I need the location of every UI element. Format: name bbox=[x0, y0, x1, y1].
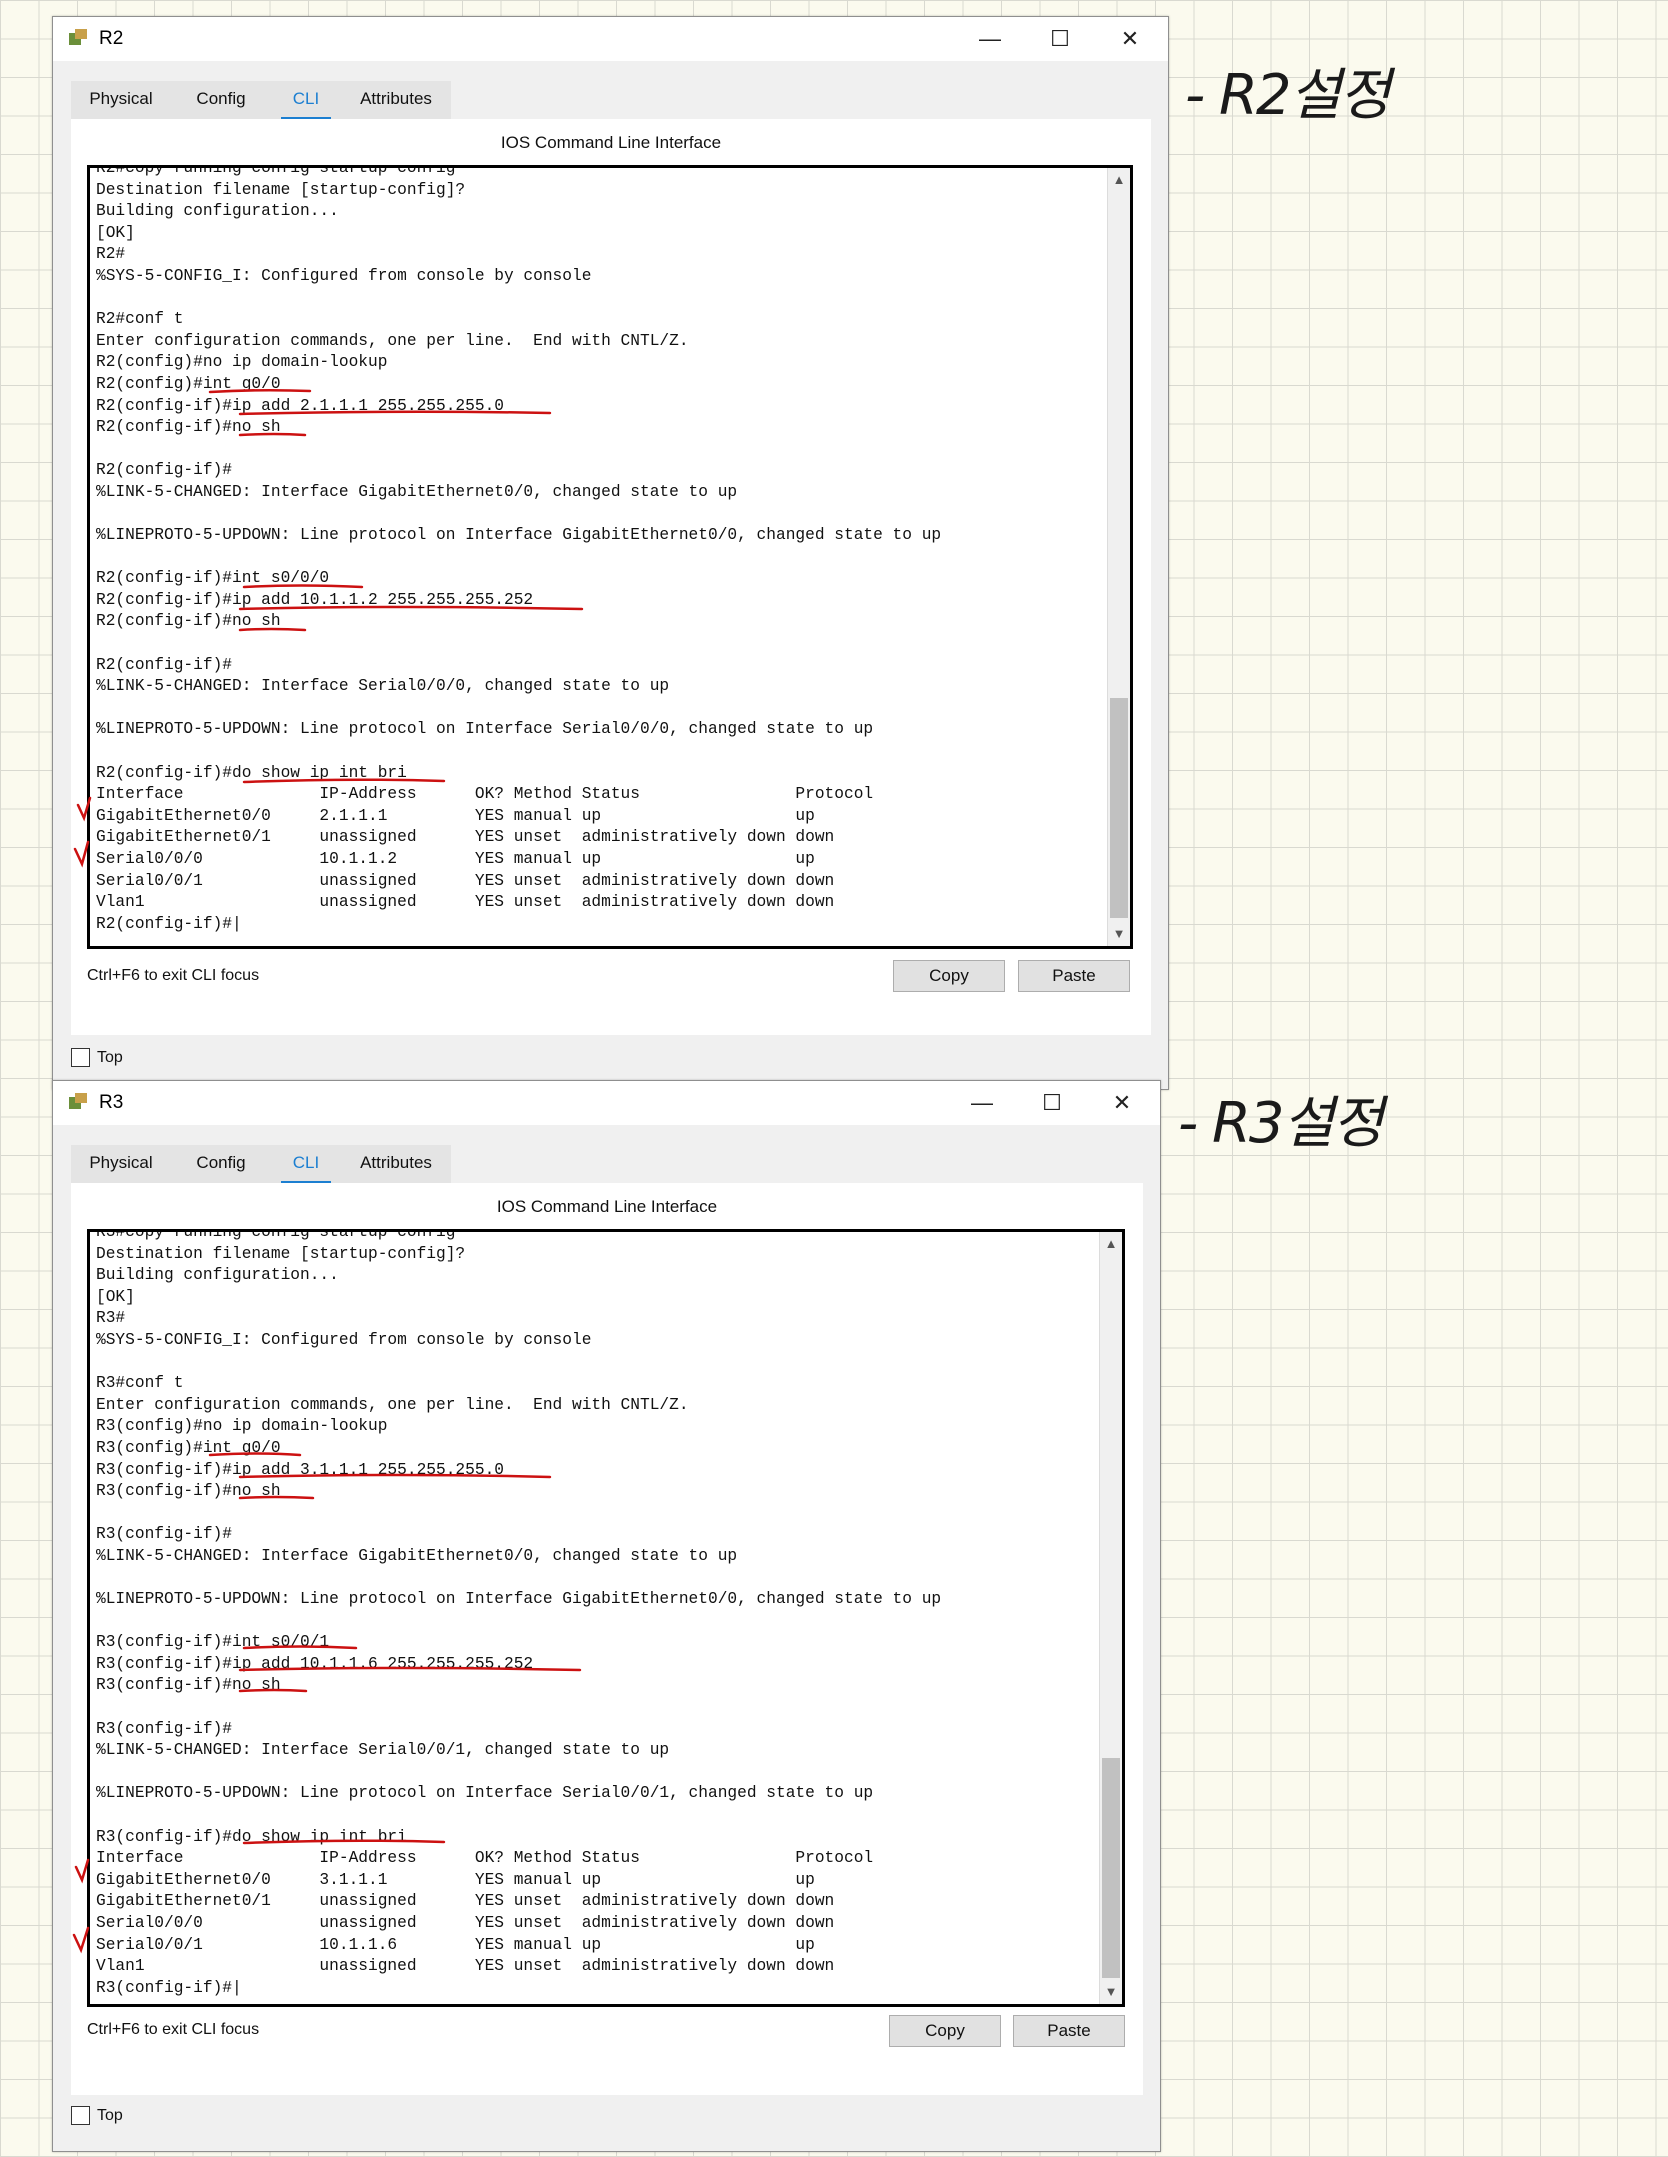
scroll-thumb[interactable] bbox=[1102, 1758, 1120, 1978]
cli-terminal[interactable]: R2#copy running-config startup-config De… bbox=[87, 165, 1133, 949]
copy-button[interactable]: Copy bbox=[893, 960, 1005, 992]
scroll-up-icon[interactable]: ▲ bbox=[1100, 1234, 1122, 1254]
annotation-r3-settings: - R3설정 bbox=[1178, 1091, 1384, 1156]
panel-caption: IOS Command Line Interface bbox=[500, 133, 722, 152]
vertical-scrollbar[interactable]: ▲ ▼ bbox=[1099, 1232, 1122, 2004]
router-app-icon bbox=[69, 1093, 87, 1109]
window-title: R3 bbox=[99, 1092, 124, 1113]
top-checkbox[interactable] bbox=[71, 2106, 90, 2125]
scroll-up-icon[interactable]: ▲ bbox=[1108, 170, 1130, 190]
minimize-icon[interactable]: — bbox=[965, 1087, 999, 1119]
top-checkbox[interactable] bbox=[71, 1048, 90, 1067]
cli-output[interactable]: R3#copy running-config startup-config De… bbox=[96, 1232, 941, 1999]
paste-button[interactable]: Paste bbox=[1018, 960, 1130, 992]
scroll-down-icon[interactable]: ▼ bbox=[1100, 1982, 1122, 2002]
window-r3: R3 — ☐ ✕ Physical Config CLI Attributes … bbox=[52, 1080, 1161, 2152]
panel-caption: IOS Command Line Interface bbox=[496, 1197, 718, 1216]
top-label: Top bbox=[97, 1049, 123, 1066]
maximize-icon[interactable]: ☐ bbox=[1043, 23, 1077, 55]
close-icon[interactable]: ✕ bbox=[1113, 23, 1147, 55]
maximize-icon[interactable]: ☐ bbox=[1035, 1087, 1069, 1119]
vertical-scrollbar[interactable]: ▲ ▼ bbox=[1107, 168, 1130, 946]
cli-panel: IOS Command Line Interface R2#copy runni… bbox=[71, 119, 1151, 1035]
minimize-icon[interactable]: — bbox=[973, 23, 1007, 55]
cli-panel: IOS Command Line Interface R3#copy runni… bbox=[71, 1183, 1143, 2095]
cli-focus-hint: Ctrl+F6 to exit CLI focus bbox=[87, 967, 260, 984]
title-bar[interactable]: R3 — ☐ ✕ bbox=[53, 1081, 1160, 1125]
window-title: R2 bbox=[99, 28, 124, 49]
annotation-r2-settings: - R2설정 bbox=[1185, 63, 1391, 128]
cli-focus-hint: Ctrl+F6 to exit CLI focus bbox=[87, 2021, 260, 2038]
paste-button[interactable]: Paste bbox=[1013, 2015, 1125, 2047]
router-app-icon bbox=[69, 29, 87, 45]
cli-terminal[interactable]: R3#copy running-config startup-config De… bbox=[87, 1229, 1125, 2007]
cli-output[interactable]: R2#copy running-config startup-config De… bbox=[96, 168, 941, 935]
title-bar[interactable]: R2 — ☐ ✕ bbox=[53, 17, 1168, 61]
copy-button[interactable]: Copy bbox=[889, 2015, 1001, 2047]
top-label: Top bbox=[97, 2107, 123, 2124]
close-icon[interactable]: ✕ bbox=[1105, 1087, 1139, 1119]
scroll-down-icon[interactable]: ▼ bbox=[1108, 924, 1130, 944]
window-r2: R2 — ☐ ✕ Physical Config CLI Attributes … bbox=[52, 16, 1169, 1090]
scroll-thumb[interactable] bbox=[1110, 698, 1128, 918]
